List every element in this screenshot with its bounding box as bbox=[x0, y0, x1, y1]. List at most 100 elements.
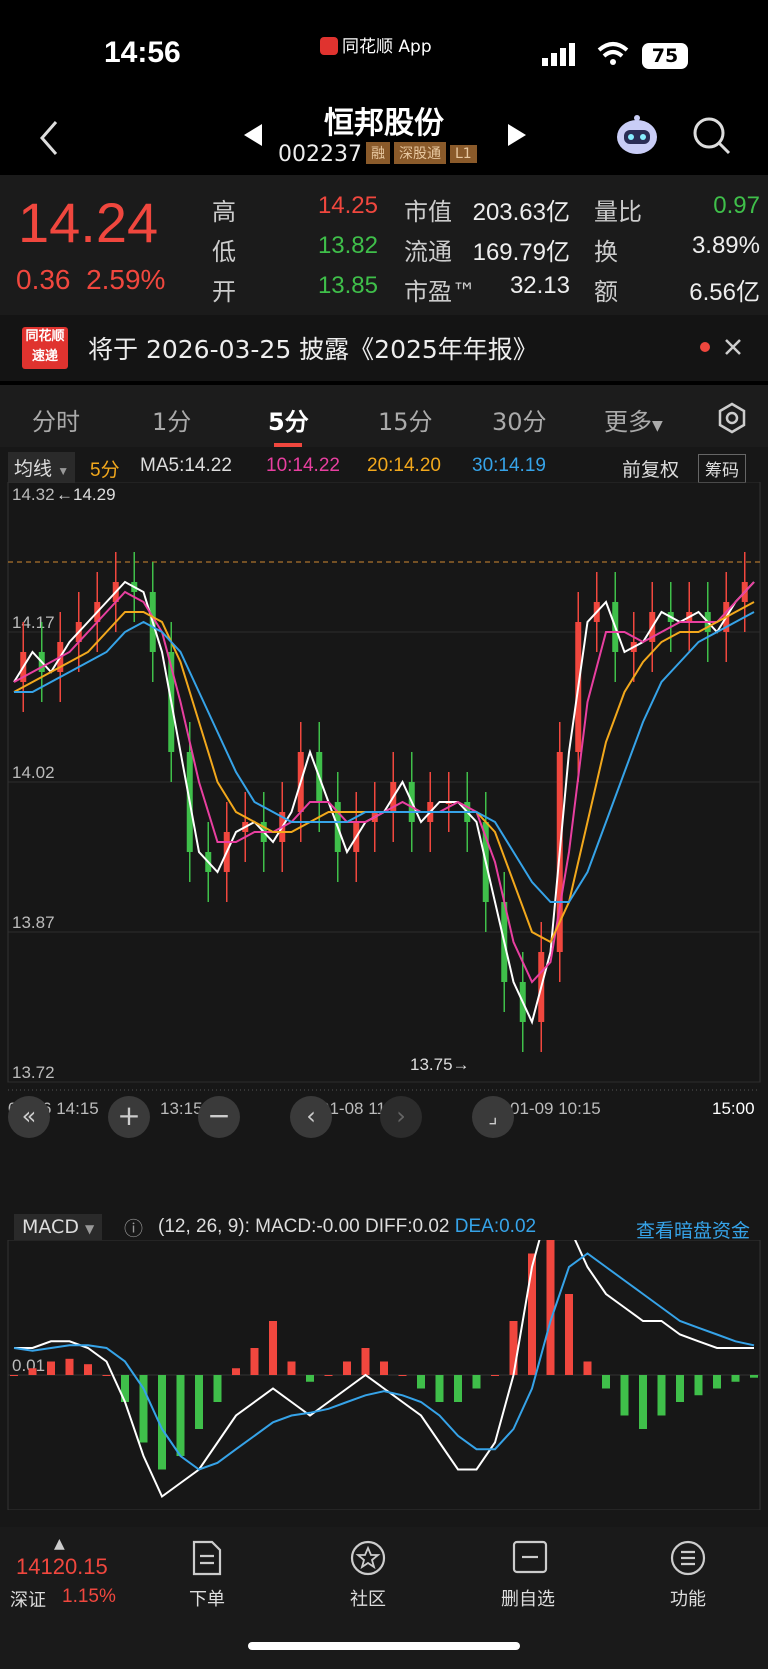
value-amount: 6.56亿 bbox=[689, 279, 760, 306]
bottom-item-order[interactable]: 下单 bbox=[157, 1585, 257, 1611]
macd-bar bbox=[343, 1361, 351, 1375]
label-low: 低 bbox=[212, 238, 236, 266]
next-stock-icon[interactable] bbox=[506, 122, 528, 148]
macd-bar bbox=[620, 1375, 629, 1416]
macd-params: (12, 26, 9): bbox=[158, 1216, 250, 1237]
macd-bar bbox=[47, 1361, 55, 1375]
home-indicator bbox=[248, 1642, 520, 1650]
back-to-app-link[interactable]: 同花顺 App bbox=[320, 32, 432, 57]
news-badge: 同花顺 速递 bbox=[22, 327, 68, 369]
chips-button[interactable]: 筹码 bbox=[698, 454, 746, 483]
x-tick-label: 15:00 bbox=[712, 1099, 755, 1118]
label-float-cap: 流通 bbox=[404, 238, 452, 266]
macd-bar bbox=[731, 1375, 740, 1382]
adjust-mode[interactable]: 前复权 bbox=[622, 455, 679, 482]
y-tick-label: 13.87 bbox=[12, 913, 55, 932]
macd-bar bbox=[380, 1361, 388, 1375]
macd-bar bbox=[750, 1375, 758, 1378]
diff-value: DIFF:0.02 bbox=[364, 1216, 450, 1237]
rewind-button[interactable]: « bbox=[8, 1096, 50, 1138]
tab-more-label: 更多 bbox=[604, 408, 652, 436]
ma-period: 5分 bbox=[90, 460, 120, 481]
dark-pool-link[interactable]: 查看暗盘资金 bbox=[636, 1216, 750, 1243]
macd-bar bbox=[491, 1375, 499, 1376]
zoom-out-button[interactable]: − bbox=[198, 1096, 240, 1138]
bottom-item-functions[interactable]: 功能 bbox=[638, 1585, 738, 1611]
tab-1min[interactable]: 1分 bbox=[152, 402, 191, 437]
app-logo-icon bbox=[320, 37, 338, 55]
dea-value: DEA:0.02 bbox=[454, 1216, 537, 1237]
prev-stock-icon[interactable] bbox=[242, 122, 264, 148]
macd-selector[interactable]: MACD ▼ bbox=[14, 1214, 103, 1240]
tab-30min[interactable]: 30分 bbox=[492, 402, 547, 437]
ma-line-30 bbox=[14, 611, 755, 903]
tab-more[interactable]: 更多▼ bbox=[604, 402, 663, 437]
y-tick-label: 13.72 bbox=[12, 1063, 55, 1082]
ma-line-20 bbox=[13, 601, 755, 944]
menu-icon[interactable] bbox=[670, 1540, 706, 1576]
macd-bar bbox=[287, 1361, 296, 1375]
y-tick-label: 14.17 bbox=[12, 613, 55, 632]
ma5-value: MA5:14.22 bbox=[140, 455, 232, 476]
macd-bar bbox=[28, 1368, 37, 1375]
badge-top: 同花顺 bbox=[25, 329, 65, 344]
value-open: 13.85 bbox=[317, 272, 378, 299]
macd-bar bbox=[713, 1375, 721, 1389]
macd-bar bbox=[84, 1364, 92, 1375]
tab-15min[interactable]: 15分 bbox=[378, 402, 433, 437]
community-icon[interactable] bbox=[350, 1540, 386, 1576]
label-market-cap: 市值 bbox=[404, 198, 452, 226]
macd-bar bbox=[269, 1321, 277, 1375]
macd-bar bbox=[65, 1358, 74, 1375]
macd-bar bbox=[232, 1368, 240, 1375]
macd-bar bbox=[472, 1375, 481, 1389]
fullscreen-button[interactable]: ⌟ bbox=[472, 1096, 514, 1138]
value-float-cap: 169.79亿 bbox=[472, 239, 570, 266]
bottom-item-community[interactable]: 社区 bbox=[318, 1585, 418, 1611]
index-change: 1.15% bbox=[62, 1586, 116, 1607]
macd-bar bbox=[195, 1375, 203, 1429]
tag-level: L1 bbox=[449, 145, 477, 163]
scroll-left-button[interactable]: ‹ bbox=[290, 1096, 332, 1138]
low-annotation: 13.75→ bbox=[410, 1055, 470, 1074]
indicator-selector[interactable]: 均线 ▼ bbox=[8, 452, 76, 483]
ma30-value: 30:14.19 bbox=[472, 455, 546, 476]
macd-bar bbox=[102, 1375, 111, 1376]
zoom-in-button[interactable]: + bbox=[108, 1096, 150, 1138]
x-tick-label: 13:15 bbox=[160, 1099, 203, 1118]
scroll-right-button[interactable]: › bbox=[380, 1096, 422, 1138]
index-value[interactable]: 14120.15 bbox=[16, 1554, 108, 1580]
notice-text[interactable]: 将于 2026-03-25 披露《2025年年报》 bbox=[88, 330, 538, 366]
value-market-cap: 203.63亿 bbox=[472, 199, 570, 226]
macd-chart[interactable]: 0.01 bbox=[0, 1240, 768, 1510]
macd-bar bbox=[657, 1375, 666, 1416]
macd-bar bbox=[602, 1375, 610, 1389]
change-percent: 2.59% bbox=[86, 264, 166, 295]
stock-code: 002237 bbox=[278, 142, 362, 167]
remove-watchlist-icon[interactable] bbox=[512, 1540, 548, 1574]
wifi-icon bbox=[597, 42, 629, 65]
ma20-value: 20:14.20 bbox=[367, 455, 441, 476]
macd-bar bbox=[10, 1375, 18, 1376]
chips-label: 筹码 bbox=[698, 454, 746, 483]
close-icon[interactable] bbox=[724, 338, 742, 356]
tab-timeshare[interactable]: 分时 bbox=[32, 402, 80, 437]
stock-code-row: 002237 融深股通 L1 bbox=[278, 142, 477, 167]
unread-dot-icon bbox=[700, 342, 710, 352]
label-open: 开 bbox=[212, 278, 236, 306]
dropdown-icon: ▼ bbox=[57, 464, 70, 478]
tab-5min[interactable]: 5分 bbox=[268, 402, 309, 437]
macd-bar bbox=[324, 1375, 333, 1376]
help-icon[interactable]: ⓘ bbox=[124, 1214, 143, 1241]
macd-bar bbox=[546, 1240, 555, 1375]
value-pe: 32.13 bbox=[509, 272, 570, 299]
settings-icon[interactable] bbox=[716, 402, 748, 434]
macd-bar bbox=[361, 1348, 370, 1375]
kline-chart[interactable]: 14.32 14.17 14.02 13.87 13.72 ←14.29 13.75→ 01-… bbox=[0, 482, 768, 1162]
ai-assistant-icon[interactable] bbox=[614, 112, 660, 158]
ma10-value: 10:14.22 bbox=[266, 455, 340, 476]
order-icon[interactable] bbox=[190, 1540, 224, 1576]
search-icon[interactable] bbox=[692, 116, 732, 156]
macd-bar bbox=[454, 1375, 462, 1402]
bottom-item-remove-watchlist[interactable]: 删自选 bbox=[478, 1585, 578, 1611]
